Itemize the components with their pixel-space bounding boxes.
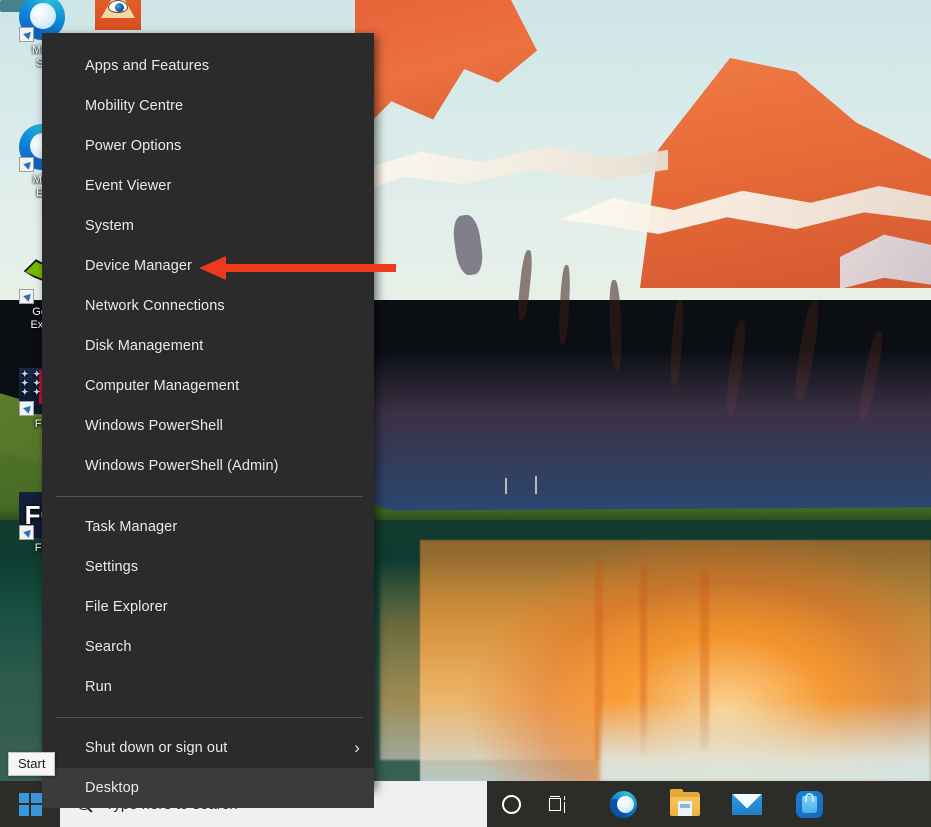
- menu-item-label: File Explorer: [85, 599, 168, 615]
- menu-item-shut-down-or-sign-out[interactable]: Shut down or sign out ›: [42, 728, 374, 768]
- start-button-tooltip: Start: [8, 752, 56, 776]
- shortcut-arrow-icon: [19, 289, 34, 304]
- menu-item-label: Task Manager: [85, 519, 178, 535]
- desktop-icon-irfanview[interactable]: [82, 0, 156, 36]
- menu-item-file-explorer[interactable]: File Explorer: [42, 587, 374, 627]
- menu-item-label: Disk Management: [85, 338, 204, 354]
- taskbar-mail-button[interactable]: [723, 781, 771, 827]
- shortcut-arrow-icon: [19, 157, 34, 172]
- menu-item-label: Network Connections: [85, 298, 225, 314]
- task-view-button[interactable]: [535, 781, 583, 827]
- menu-item-disk-management[interactable]: Disk Management: [42, 326, 374, 366]
- menu-item-label: Apps and Features: [85, 58, 210, 74]
- shortcut-arrow-icon: [19, 401, 34, 416]
- menu-item-windows-powershell[interactable]: Windows PowerShell: [42, 406, 374, 446]
- cortana-button[interactable]: [487, 781, 535, 827]
- chevron-right-icon: ›: [354, 737, 360, 757]
- menu-item-system[interactable]: System: [42, 206, 374, 246]
- menu-item-label: Desktop: [85, 780, 139, 796]
- menu-item-desktop[interactable]: Desktop: [42, 768, 374, 808]
- task-view-icon: [548, 795, 570, 813]
- menu-item-label: Windows PowerShell: [85, 418, 223, 434]
- windows-logo-icon: [18, 792, 42, 816]
- wallpaper-fence-post: [505, 478, 507, 494]
- menu-item-label: Shut down or sign out: [85, 740, 228, 756]
- wallpaper-fence-post: [535, 476, 537, 494]
- menu-item-label: Search: [85, 639, 132, 655]
- menu-item-windows-powershell-admin[interactable]: Windows PowerShell (Admin): [42, 446, 374, 486]
- menu-item-label: Mobility Centre: [85, 98, 184, 114]
- menu-item-computer-management[interactable]: Computer Management: [42, 366, 374, 406]
- menu-item-label: Power Options: [85, 138, 182, 154]
- menu-item-mobility-centre[interactable]: Mobility Centre: [42, 86, 374, 126]
- wallpaper-lake-highlight: [600, 700, 931, 782]
- mail-icon: [732, 793, 762, 815]
- menu-item-label: Run: [85, 679, 112, 695]
- menu-top-padding: [42, 33, 374, 46]
- taskbar-microsoft-store-button[interactable]: [785, 781, 833, 827]
- menu-item-device-manager[interactable]: Device Manager: [42, 246, 374, 286]
- menu-item-label: Event Viewer: [85, 178, 172, 194]
- microsoft-store-icon: [795, 790, 823, 818]
- wallpaper-mountain-shadow: [373, 350, 931, 530]
- file-explorer-icon: [670, 789, 700, 816]
- menu-separator: [56, 496, 363, 497]
- menu-item-settings[interactable]: Settings: [42, 547, 374, 587]
- menu-item-power-options[interactable]: Power Options: [42, 126, 374, 166]
- menu-item-event-viewer[interactable]: Event Viewer: [42, 166, 374, 206]
- taskbar-file-explorer-button[interactable]: [661, 781, 709, 827]
- menu-separator: [56, 717, 363, 718]
- menu-item-search[interactable]: Search: [42, 627, 374, 667]
- menu-item-label: Computer Management: [85, 378, 240, 394]
- menu-item-task-manager[interactable]: Task Manager: [42, 507, 374, 547]
- menu-item-label: System: [85, 218, 134, 234]
- menu-item-apps-and-features[interactable]: Apps and Features: [42, 46, 374, 86]
- menu-item-network-connections[interactable]: Network Connections: [42, 286, 374, 326]
- microsoft-edge-icon: [609, 790, 637, 818]
- taskbar-microsoft-edge-button[interactable]: [599, 781, 647, 827]
- menu-item-run[interactable]: Run: [42, 667, 374, 707]
- menu-item-label: Device Manager: [85, 258, 192, 274]
- shortcut-arrow-icon: [19, 27, 34, 42]
- menu-item-label: Settings: [85, 559, 139, 575]
- shortcut-arrow-icon: [19, 525, 34, 540]
- irfanview-icon: [95, 0, 143, 34]
- desktop-screen: Mi S Sh Micr Ed GeF Expe ✦ ✦✦ ✦✦ ✦ Far: [0, 0, 931, 827]
- cortana-icon: [501, 794, 521, 814]
- win-x-power-user-menu[interactable]: Apps and Features Mobility Centre Power …: [42, 33, 374, 808]
- menu-item-label: Windows PowerShell (Admin): [85, 458, 279, 474]
